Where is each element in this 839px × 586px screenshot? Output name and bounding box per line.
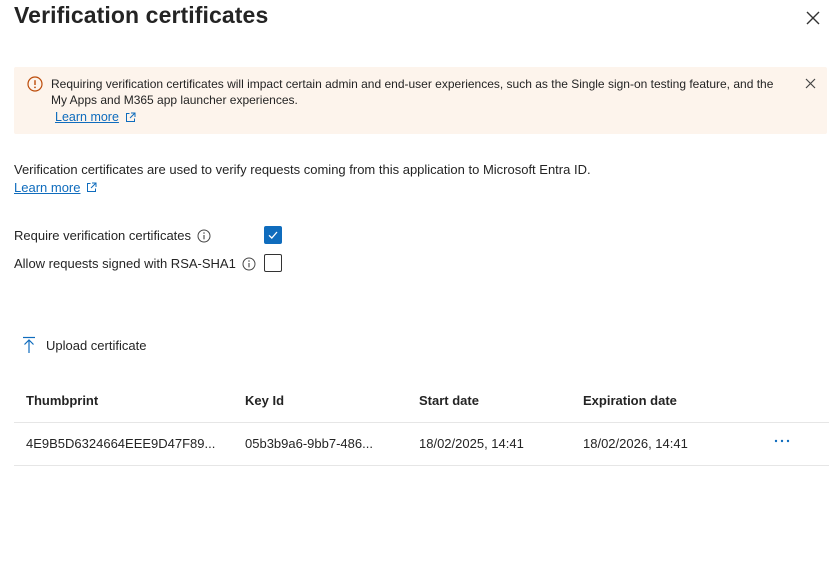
upload-certificate-label: Upload certificate [46,337,147,353]
column-header-thumbprint[interactable]: Thumbprint [26,393,98,408]
banner-dismiss-button[interactable] [803,76,817,90]
close-panel-button[interactable] [803,8,823,28]
page-title: Verification certificates [14,2,269,28]
require-certs-label-text: Require verification certificates [14,228,192,243]
cell-thumbprint: 4E9B5D6324664EEE9D47F89... [26,436,216,451]
cell-start-date: 18/02/2025, 14:41 [419,436,524,451]
description-text: Verification certificates are used to ve… [14,162,591,177]
banner-learn-more-link[interactable]: Learn more [55,110,136,124]
banner-message: Requiring verification certificates will… [51,77,774,107]
require-certs-label: Require verification certificates [14,228,211,243]
external-link-icon [125,112,136,122]
info-icon[interactable] [242,257,256,271]
upload-certificate-button[interactable]: Upload certificate [22,336,146,354]
checkmark-icon [268,231,278,239]
more-icon [774,439,790,443]
info-icon[interactable] [197,229,211,243]
external-link-icon [87,182,97,192]
allow-rsa-sha1-label: Allow requests signed with RSA-SHA1 [14,256,256,271]
close-icon [805,78,815,88]
banner-learn-more-label: Learn more [55,110,119,124]
column-header-key-id[interactable]: Key Id [245,393,284,408]
column-header-start-date[interactable]: Start date [419,393,479,408]
row-more-actions-button[interactable] [770,432,794,450]
require-certs-checkbox[interactable] [264,226,282,244]
header-divider [14,422,829,423]
upload-icon [23,336,35,353]
allow-rsa-sha1-label-text: Allow requests signed with RSA-SHA1 [14,256,236,271]
description-learn-more-label: Learn more [14,180,81,195]
cell-expiration-date: 18/02/2026, 14:41 [583,436,688,451]
allow-rsa-sha1-checkbox[interactable] [264,254,282,272]
column-header-expiration-date[interactable]: Expiration date [583,393,677,408]
row-divider [14,465,829,466]
description-learn-more-link[interactable]: Learn more [14,180,97,195]
warning-icon [27,76,43,92]
close-icon [806,11,820,25]
warning-banner: Requiring verification certificates will… [14,67,827,134]
cell-key-id: 05b3b9a6-9bb7-486... [245,436,373,451]
